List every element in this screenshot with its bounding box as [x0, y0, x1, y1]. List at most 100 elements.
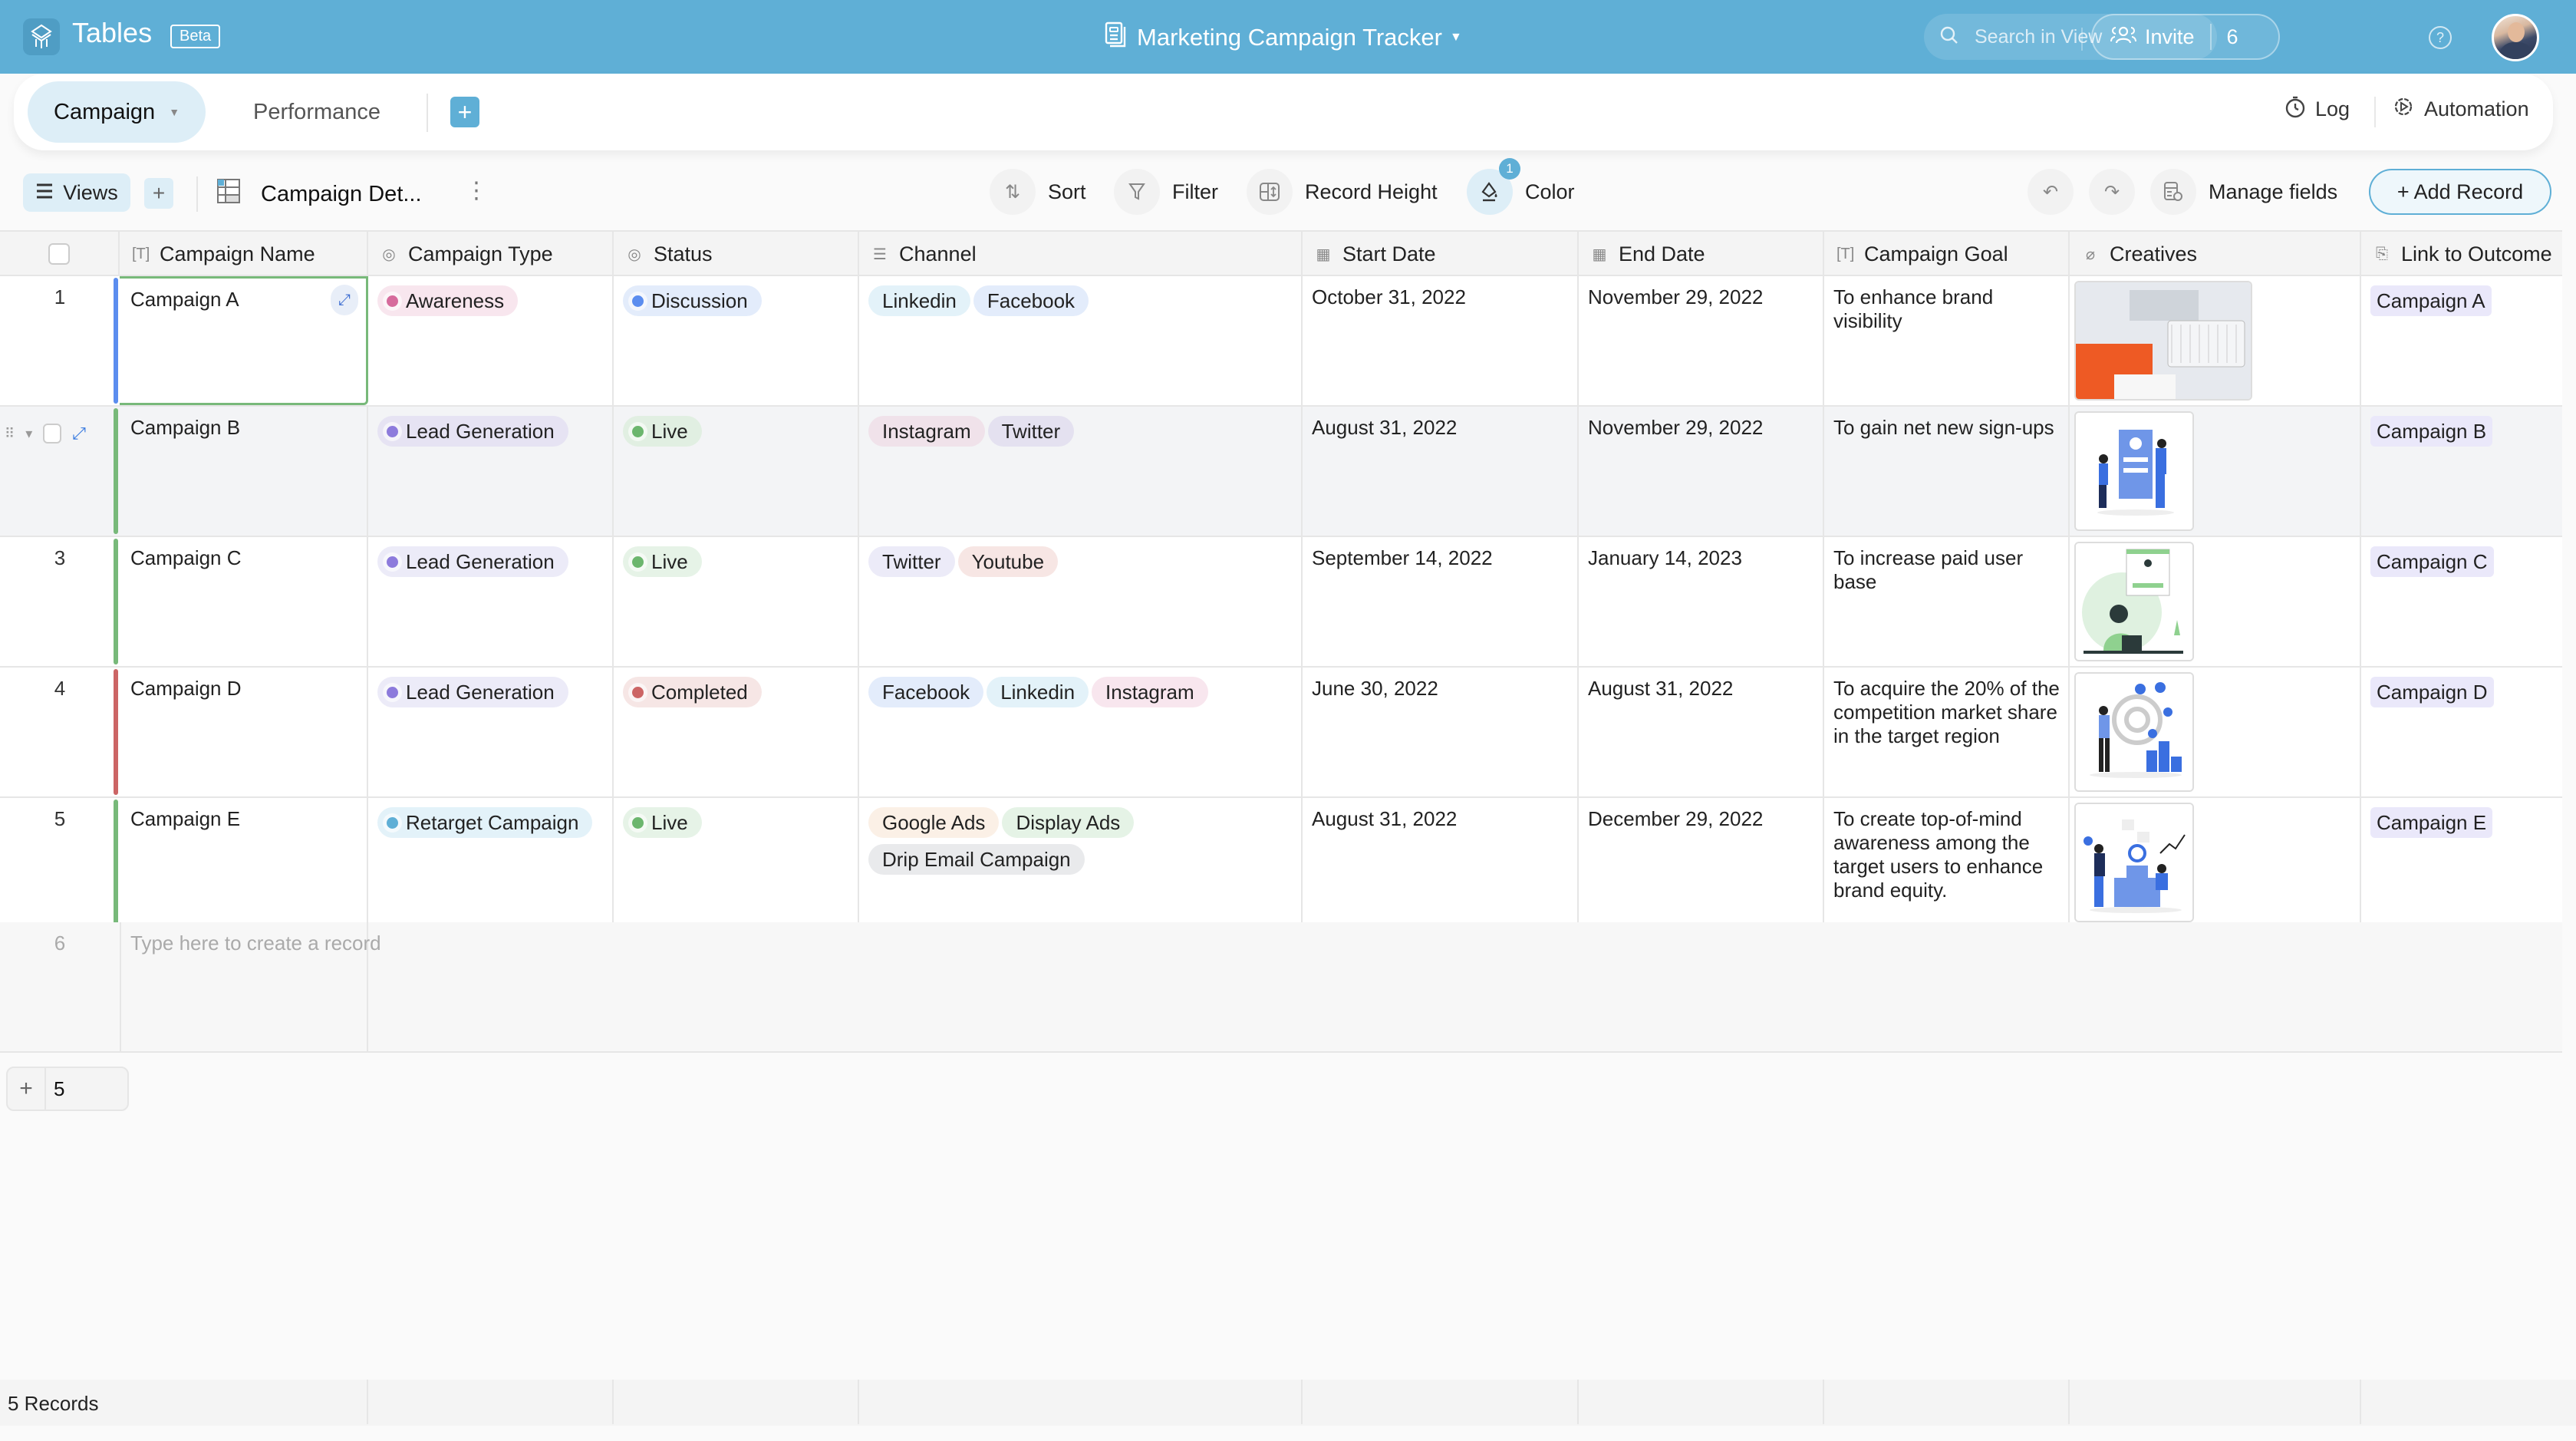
campaign-type-cell[interactable]: Awareness: [368, 276, 614, 405]
more-options-icon[interactable]: ⋮: [465, 180, 488, 203]
filter-button[interactable]: Filter: [1114, 169, 1218, 215]
undo-button[interactable]: ↶: [2028, 169, 2074, 215]
sort-button[interactable]: ⇅ Sort: [990, 169, 1086, 215]
new-record-row[interactable]: 6 Type here to create a record: [0, 922, 2562, 1053]
linked-record-chip[interactable]: Campaign E: [2370, 807, 2493, 838]
column-header-channel[interactable]: ☰ Channel: [859, 232, 1303, 276]
current-view[interactable]: Campaign Det...: [216, 178, 422, 210]
end-date-cell[interactable]: January 14, 2023: [1579, 537, 1824, 666]
expand-record-icon[interactable]: ⤢: [72, 424, 86, 444]
campaign-type-cell[interactable]: Lead Generation: [368, 668, 614, 796]
creative-thumbnail[interactable]: [2074, 542, 2194, 661]
link-to-outcome-cell[interactable]: Campaign E: [2361, 798, 2562, 927]
manage-fields-button[interactable]: Manage fields: [2150, 169, 2337, 215]
start-date-cell[interactable]: August 31, 2022: [1303, 798, 1579, 927]
start-date-cell[interactable]: September 14, 2022: [1303, 537, 1579, 666]
table-row[interactable]: 1 Campaign A ⤢ Awareness Discussion Linkedin F…: [0, 276, 2562, 407]
channel-cell[interactable]: Google Ads Display Ads Drip Email Campaign: [859, 798, 1303, 927]
status-cell[interactable]: Discussion: [614, 276, 859, 405]
start-date-cell[interactable]: June 30, 2022: [1303, 668, 1579, 796]
campaign-goal-cell[interactable]: To acquire the 20% of the competition ma…: [1824, 668, 2070, 796]
linked-record-chip[interactable]: Campaign C: [2370, 546, 2494, 577]
column-header-end-date[interactable]: ▦ End Date: [1579, 232, 1824, 276]
campaign-type-cell[interactable]: Retarget Campaign: [368, 798, 614, 927]
table-row[interactable]: 4 Campaign D Lead Generation Completed Faceb…: [0, 668, 2562, 798]
link-to-outcome-cell[interactable]: Campaign D: [2361, 668, 2562, 796]
campaign-type-cell[interactable]: Lead Generation: [368, 537, 614, 666]
campaign-type-cell[interactable]: Lead Generation: [368, 407, 614, 536]
creatives-cell[interactable]: [2070, 798, 2361, 927]
linked-record-chip[interactable]: Campaign D: [2370, 677, 2494, 707]
status-cell[interactable]: Live: [614, 537, 859, 666]
column-header-start-date[interactable]: ▦ Start Date: [1303, 232, 1579, 276]
column-header-campaign-goal[interactable]: [T] Campaign Goal: [1824, 232, 2070, 276]
campaign-name-cell[interactable]: Campaign E: [120, 798, 368, 927]
table-row[interactable]: ⠿ ▾ ⤢ Campaign B Lead Generation Live Instagra…: [0, 407, 2562, 537]
help-icon[interactable]: ?: [2429, 26, 2452, 49]
link-to-outcome-cell[interactable]: Campaign B: [2361, 407, 2562, 536]
campaign-goal-cell[interactable]: To create top-of-mind awareness among th…: [1824, 798, 2070, 927]
automation-button[interactable]: Automation: [2392, 95, 2529, 124]
channel-cell[interactable]: Facebook Linkedin Instagram: [859, 668, 1303, 796]
select-all-checkbox[interactable]: [48, 243, 70, 265]
new-record-input[interactable]: Type here to create a record: [130, 932, 381, 955]
creative-thumbnail[interactable]: [2074, 411, 2194, 531]
redo-button[interactable]: ↷: [2089, 169, 2135, 215]
campaign-goal-cell[interactable]: To gain net new sign-ups: [1824, 407, 2070, 536]
campaign-name-cell[interactable]: Campaign B: [120, 407, 368, 536]
record-height-button[interactable]: Record Height: [1247, 169, 1438, 215]
channel-cell[interactable]: Twitter Youtube: [859, 537, 1303, 666]
end-date-cell[interactable]: November 29, 2022: [1579, 276, 1824, 405]
campaign-name-cell[interactable]: Campaign D: [120, 668, 368, 796]
campaign-name-cell[interactable]: Campaign C: [120, 537, 368, 666]
views-button[interactable]: Views: [23, 173, 130, 212]
campaign-goal-cell[interactable]: To enhance brand visibility: [1824, 276, 2070, 405]
linked-record-chip[interactable]: Campaign B: [2370, 416, 2493, 447]
link-to-outcome-cell[interactable]: Campaign C: [2361, 537, 2562, 666]
creatives-cell[interactable]: [2070, 668, 2361, 796]
start-date-cell[interactable]: October 31, 2022: [1303, 276, 1579, 405]
creative-thumbnail[interactable]: [2074, 281, 2252, 401]
creative-thumbnail[interactable]: [2074, 672, 2194, 792]
table-row[interactable]: 3 Campaign C Lead Generation Live Twitter You…: [0, 537, 2562, 668]
color-button[interactable]: 1 Color: [1467, 158, 1575, 215]
status-cell[interactable]: Live: [614, 407, 859, 536]
add-table-button[interactable]: +: [450, 97, 479, 127]
end-date-cell[interactable]: August 31, 2022: [1579, 668, 1824, 796]
tables-logo-icon[interactable]: [23, 18, 60, 55]
add-rows-control[interactable]: + 5: [6, 1067, 129, 1111]
channel-cell[interactable]: Instagram Twitter: [859, 407, 1303, 536]
column-header-status[interactable]: ◎ Status: [614, 232, 859, 276]
channel-cell[interactable]: Linkedin Facebook: [859, 276, 1303, 405]
tab-performance[interactable]: Performance: [227, 81, 407, 143]
add-view-button[interactable]: +: [144, 178, 173, 209]
row-checkbox[interactable]: [43, 424, 62, 444]
drag-handle-icon[interactable]: ⠿: [5, 426, 15, 442]
status-cell[interactable]: Completed: [614, 668, 859, 796]
creatives-cell[interactable]: [2070, 276, 2361, 405]
expand-record-icon[interactable]: ⤢: [331, 285, 358, 315]
column-header-campaign-name[interactable]: [T] Campaign Name: [120, 232, 368, 276]
campaign-goal-cell[interactable]: To increase paid user base: [1824, 537, 2070, 666]
user-avatar[interactable]: [2492, 14, 2539, 61]
start-date-cell[interactable]: August 31, 2022: [1303, 407, 1579, 536]
column-header-creatives[interactable]: ⌀ Creatives: [2070, 232, 2361, 276]
add-record-button[interactable]: + Add Record: [2369, 169, 2551, 215]
tab-campaign[interactable]: Campaign ▼: [28, 81, 206, 143]
creative-thumbnail[interactable]: [2074, 803, 2194, 922]
end-date-cell[interactable]: December 29, 2022: [1579, 798, 1824, 927]
table-row[interactable]: 5 Campaign E Retarget Campaign Live Google A…: [0, 798, 2562, 928]
link-to-outcome-cell[interactable]: Campaign A: [2361, 276, 2562, 405]
creatives-cell[interactable]: [2070, 537, 2361, 666]
invite-button[interactable]: Invite 6: [2091, 14, 2280, 60]
status-cell[interactable]: Live: [614, 798, 859, 927]
linked-record-chip[interactable]: Campaign A: [2370, 285, 2492, 316]
plus-icon[interactable]: +: [8, 1068, 46, 1110]
end-date-cell[interactable]: November 29, 2022: [1579, 407, 1824, 536]
creatives-cell[interactable]: [2070, 407, 2361, 536]
campaign-name-cell[interactable]: Campaign A ⤢: [120, 276, 368, 405]
log-button[interactable]: Log: [2284, 95, 2350, 124]
column-header-link-to-outcome[interactable]: ⎘ Link to Outcome: [2361, 232, 2562, 276]
chevron-down-icon[interactable]: ▾: [25, 426, 32, 442]
document-title-menu[interactable]: Marketing Campaign Tracker ▼: [1105, 21, 1462, 54]
